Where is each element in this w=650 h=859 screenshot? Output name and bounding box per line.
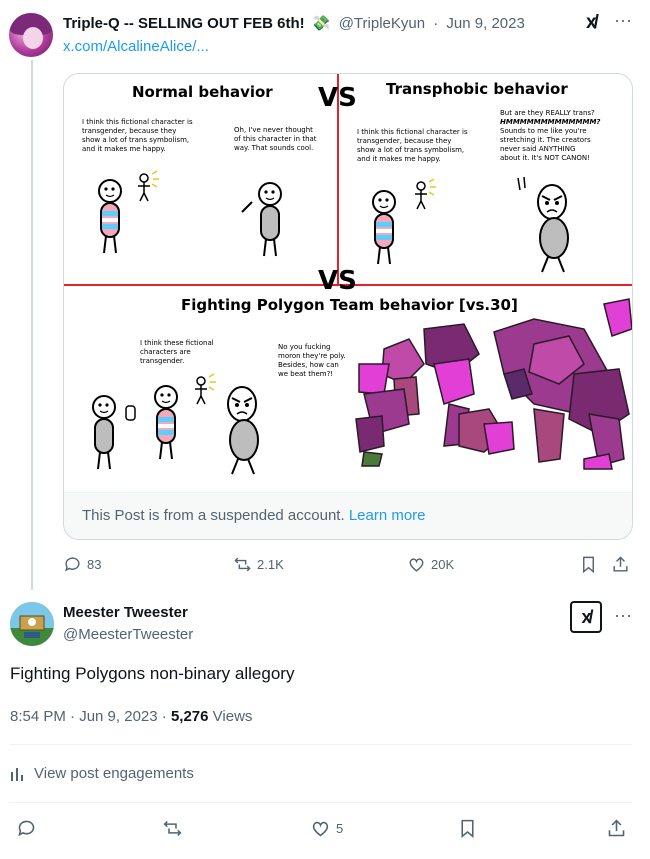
heart-icon [312, 821, 329, 837]
like-button[interactable]: 20K [407, 555, 454, 574]
money-emoji-icon: 💸 [311, 15, 331, 32]
suspended-notice: This Post is from a suspended account. L… [64, 492, 632, 539]
like-count: 20K [431, 557, 455, 572]
comic-title-normal: Normal behavior [132, 83, 273, 101]
repost-button[interactable] [162, 818, 183, 839]
reply-author-avatar[interactable] [10, 602, 54, 646]
comic-title-bottom: Fighting Polygon Team behavior [vs.30] [181, 296, 518, 314]
reply-author-name[interactable]: Meester Tweester [63, 604, 188, 621]
bookmark-button[interactable] [579, 555, 598, 574]
author-name[interactable]: Triple-Q -- SELLING OUT FEB 6th! [63, 15, 305, 32]
author-handle[interactable]: @TripleKyun [339, 15, 425, 32]
share-button[interactable] [611, 555, 630, 574]
share-button[interactable] [606, 818, 627, 839]
meta-separator: · [433, 15, 439, 32]
post-date[interactable]: Jun 9, 2023 [446, 15, 524, 32]
avatar-face [23, 27, 43, 49]
divider [10, 802, 632, 803]
bookmark-button[interactable] [457, 818, 478, 839]
heart-icon [409, 558, 424, 572]
analytics-icon [11, 767, 23, 781]
bookmark-icon [461, 819, 474, 839]
learn-more-link[interactable]: Learn more [349, 507, 426, 524]
reply-author-handle[interactable]: @MeesterTweester [63, 626, 193, 643]
comic-vs-middle: VS [318, 266, 357, 296]
post-timestamp-views: 8:54 PM · Jun 9, 2023 · 5,276 Views [10, 708, 252, 725]
post-link[interactable]: x.com/AlcalineAlice/... [63, 38, 209, 55]
bookmark-icon [583, 556, 594, 574]
grok-icon[interactable]: x/ [586, 12, 599, 34]
reply-post-text: Fighting Polygons non-binary allegory [10, 664, 295, 683]
repost-button[interactable]: 2.1K [233, 555, 284, 574]
parent-action-bar: 83 2.1K 20K [63, 555, 638, 577]
reply-button[interactable] [16, 818, 37, 839]
reply-button[interactable]: 83 [63, 555, 101, 574]
more-options-icon[interactable]: ··· [614, 605, 632, 626]
views-count: 5,276 [170, 708, 209, 725]
comic-title-transphobic: Transphobic behavior [386, 80, 568, 98]
comic-vs-top: VS [318, 83, 357, 113]
repost-icon [163, 820, 182, 837]
comic-image: Normal behavior VS Transphobic behavior … [64, 74, 632, 486]
thread-connector-line [31, 60, 33, 590]
repost-count: 2.1K [257, 557, 284, 572]
views-label: Views [212, 708, 253, 725]
media-card[interactable]: Normal behavior VS Transphobic behavior … [63, 73, 633, 540]
speech-transphobic-2: But are they REALLY trans? HMMMMMMMMMMMMM… [500, 109, 600, 162]
reply-count: 83 [87, 557, 102, 572]
view-engagements-link[interactable]: View post engagements [10, 765, 194, 782]
reply-icon [65, 557, 80, 572]
author-avatar[interactable] [9, 13, 53, 57]
divider [10, 744, 632, 745]
like-count: 5 [336, 821, 344, 836]
post-header: Triple-Q -- SELLING OUT FEB 6th! 💸 @Trip… [63, 14, 525, 32]
like-button[interactable]: 5 [310, 818, 343, 839]
more-options-icon[interactable]: ··· [614, 10, 632, 31]
reply-icon [18, 820, 35, 837]
engagements-label: View post engagements [34, 765, 194, 782]
suspended-text: This Post is from a suspended account. [82, 507, 345, 524]
post-timestamp[interactable]: 8:54 PM · Jun 9, 2023 · [10, 708, 167, 725]
share-icon [608, 819, 625, 837]
reply-action-bar: 5 [0, 818, 650, 842]
grok-icon[interactable]: x/ [570, 601, 602, 633]
avatar-landscape-icon [10, 602, 54, 646]
share-icon [613, 556, 628, 572]
speech-normal-2: Oh, I've never thought of this character … [234, 126, 317, 152]
repost-icon [234, 557, 251, 572]
